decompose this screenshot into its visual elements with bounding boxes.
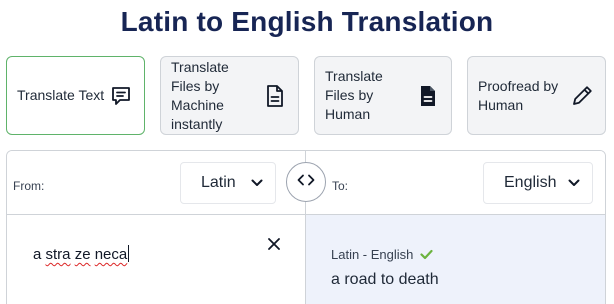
language-pair-label: Latin - English [331, 247, 414, 262]
document-icon [262, 83, 288, 109]
chevron-down-icon [568, 177, 580, 189]
clear-text-button[interactable] [265, 237, 283, 255]
result-header: Latin - English [331, 247, 433, 262]
close-icon [268, 237, 280, 255]
source-word: ze [74, 246, 91, 263]
mode-translate-files-human[interactable]: Translate Files by Human [314, 56, 452, 135]
source-text-input[interactable]: a stra ze neca [33, 245, 130, 263]
translation-result: a road to death [331, 271, 439, 288]
source-language-bar: From: Latin [7, 151, 305, 215]
page-title: Latin to English Translation [120, 6, 494, 37]
document-filled-icon [415, 83, 441, 109]
target-language-select[interactable]: English [483, 162, 593, 204]
text-caret [128, 245, 130, 262]
mode-label: Translate Text [17, 87, 105, 103]
pencil-icon [569, 83, 595, 109]
mode-label: Proofread by Human [478, 77, 559, 113]
mode-label: Translate Files by Human [325, 68, 383, 122]
chat-text-icon [108, 83, 134, 109]
swap-languages-button[interactable] [286, 162, 326, 202]
from-label: From: [13, 179, 45, 193]
target-language-bar: To: English [306, 151, 605, 215]
source-word: neca [94, 246, 128, 263]
to-label: To: [332, 179, 349, 193]
target-pane: To: English Latin - English a road to de… [306, 151, 605, 304]
mode-proofread-human[interactable]: Proofread by Human [467, 56, 606, 135]
mode-translate-text[interactable]: Translate Text [6, 56, 145, 135]
source-language-value: Latin [201, 174, 236, 191]
source-language-select[interactable]: Latin [180, 162, 276, 204]
check-icon [420, 249, 433, 260]
source-word: a [33, 246, 42, 263]
target-language-value: English [504, 174, 557, 191]
mode-label: Translate Files by Machine instantly [171, 58, 229, 132]
swap-arrows-icon [297, 173, 315, 191]
source-pane: From: Latin a stra ze neca [7, 151, 306, 304]
source-word: stra [45, 246, 71, 263]
chevron-down-icon [251, 177, 263, 189]
mode-translate-files-machine[interactable]: Translate Files by Machine instantly [160, 56, 299, 135]
